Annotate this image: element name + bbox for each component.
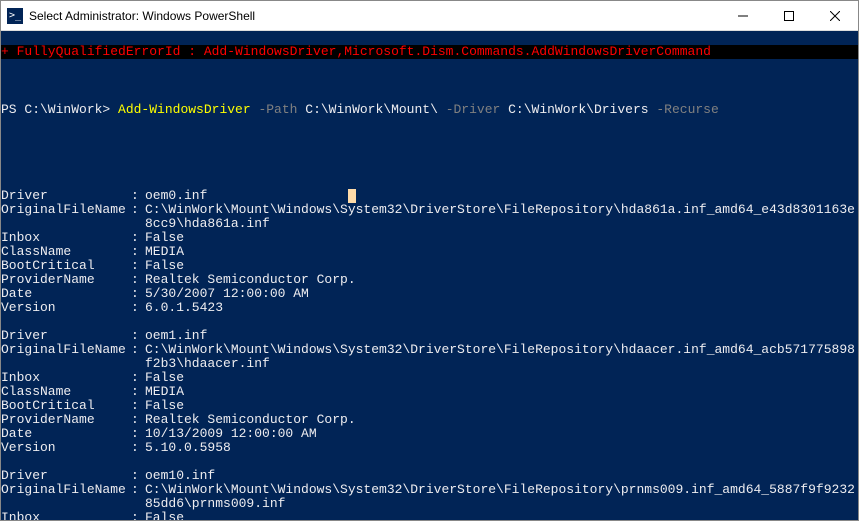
output-row-date: Date: 5/30/2007 12:00:00 AM (1, 287, 858, 301)
output-value: 5/30/2007 12:00:00 AM (145, 287, 858, 301)
output-value: 5.10.0.5958 (145, 441, 858, 455)
output-key: Date (1, 427, 131, 441)
output-value: False (145, 231, 858, 245)
output-key: ClassName (1, 245, 131, 259)
arg-driver: C:\WinWork\Drivers (500, 102, 648, 117)
output-row-driver: Driver: oem0.inf (1, 189, 858, 203)
output-sep: : (131, 511, 145, 520)
output-row-inbox: Inbox: False (1, 231, 858, 245)
output-row-originalfilename: OriginalFileName: C:\WinWork\Mount\Windo… (1, 203, 858, 231)
output-row-bootcritical: BootCritical: False (1, 399, 858, 413)
output-sep: : (131, 413, 145, 427)
output-value: Realtek Semiconductor Corp. (145, 273, 858, 287)
output-key: OriginalFileName (1, 483, 131, 511)
output-sep: : (131, 287, 145, 301)
text-cursor (348, 189, 356, 203)
output-key: OriginalFileName (1, 203, 131, 231)
output-value: C:\WinWork\Mount\Windows\System32\Driver… (145, 483, 858, 511)
output-key: ProviderName (1, 273, 131, 287)
command-line: PS C:\WinWork> Add-WindowsDriver -Path C… (1, 101, 858, 119)
app-icon: >_ (7, 8, 23, 24)
output-value: 10/13/2009 12:00:00 AM (145, 427, 858, 441)
output-value: False (145, 511, 858, 520)
titlebar[interactable]: >_ Select Administrator: Windows PowerSh… (1, 1, 858, 31)
output-key: Inbox (1, 231, 131, 245)
output-sep: : (131, 189, 145, 203)
output-key: Version (1, 441, 131, 455)
output-row-bootcritical: BootCritical: False (1, 259, 858, 273)
output-value: oem10.inf (145, 469, 858, 483)
output-key: Date (1, 287, 131, 301)
terminal-output[interactable]: + FullyQualifiedErrorId : Add-WindowsDri… (1, 31, 858, 520)
output-sep: : (131, 231, 145, 245)
output-key: Inbox (1, 371, 131, 385)
output-sep: : (131, 259, 145, 273)
output-row-inbox: Inbox: False (1, 511, 858, 520)
output-sep: : (131, 273, 145, 287)
output-value: C:\WinWork\Mount\Windows\System32\Driver… (145, 203, 858, 231)
output-key: ClassName (1, 385, 131, 399)
output-row-classname: ClassName: MEDIA (1, 385, 858, 399)
output-value: MEDIA (145, 245, 858, 259)
close-button[interactable] (812, 1, 858, 31)
output-value: False (145, 399, 858, 413)
output-sep: : (131, 301, 145, 315)
output-sep: : (131, 343, 145, 371)
output-row-inbox: Inbox: False (1, 371, 858, 385)
window-title: Select Administrator: Windows PowerShell (29, 9, 720, 23)
output-value: oem0.inf (145, 189, 858, 203)
output-row-originalfilename: OriginalFileName: C:\WinWork\Mount\Windo… (1, 343, 858, 371)
output-key: Driver (1, 329, 131, 343)
output-key: Version (1, 301, 131, 315)
output-row-driver: Driver: oem10.inf (1, 469, 858, 483)
output-sep: : (131, 399, 145, 413)
output-key: OriginalFileName (1, 343, 131, 371)
output-sep: : (131, 329, 145, 343)
output-key: Driver (1, 189, 131, 203)
error-line: + FullyQualifiedErrorId : Add-WindowsDri… (1, 45, 858, 59)
output-key: Inbox (1, 511, 131, 520)
output-sep: : (131, 371, 145, 385)
output-value: False (145, 371, 858, 385)
output-row-providername: ProviderName: Realtek Semiconductor Corp… (1, 273, 858, 287)
output-sep: : (131, 483, 145, 511)
output-key: ProviderName (1, 413, 131, 427)
output-value: oem1.inf (145, 329, 858, 343)
maximize-icon (784, 11, 794, 21)
cmdlet-name: Add-WindowsDriver (118, 102, 251, 117)
output-value: Realtek Semiconductor Corp. (145, 413, 858, 427)
output-sep: : (131, 441, 145, 455)
output-row-version: Version: 5.10.0.5958 (1, 441, 858, 455)
output-row-classname: ClassName: MEDIA (1, 245, 858, 259)
output-sep: : (131, 245, 145, 259)
output-key: BootCritical (1, 259, 131, 273)
arg-path: C:\WinWork\Mount\ (297, 102, 437, 117)
powershell-window: >_ Select Administrator: Windows PowerSh… (0, 0, 859, 521)
output-row-version: Version: 6.0.1.5423 (1, 301, 858, 315)
prompt-prefix: PS C:\WinWork> (1, 102, 118, 117)
output-row-originalfilename: OriginalFileName: C:\WinWork\Mount\Windo… (1, 483, 858, 511)
output-row-date: Date: 10/13/2009 12:00:00 AM (1, 427, 858, 441)
output-value: 6.0.1.5423 (145, 301, 858, 315)
output-row-driver: Driver: oem1.inf (1, 329, 858, 343)
window-controls (720, 1, 858, 31)
close-icon (830, 11, 840, 21)
output-sep: : (131, 427, 145, 441)
minimize-icon (738, 11, 748, 21)
minimize-button[interactable] (720, 1, 766, 31)
output-sep: : (131, 469, 145, 483)
param-recurse: -Recurse (649, 102, 719, 117)
maximize-button[interactable] (766, 1, 812, 31)
param-path: -Path (251, 102, 298, 117)
param-driver: -Driver (438, 102, 500, 117)
output-value: False (145, 259, 858, 273)
output-value: MEDIA (145, 385, 858, 399)
output-key: Driver (1, 469, 131, 483)
output-sep: : (131, 203, 145, 231)
output-key: BootCritical (1, 399, 131, 413)
output-sep: : (131, 385, 145, 399)
output-row-providername: ProviderName: Realtek Semiconductor Corp… (1, 413, 858, 427)
output-value: C:\WinWork\Mount\Windows\System32\Driver… (145, 343, 858, 371)
